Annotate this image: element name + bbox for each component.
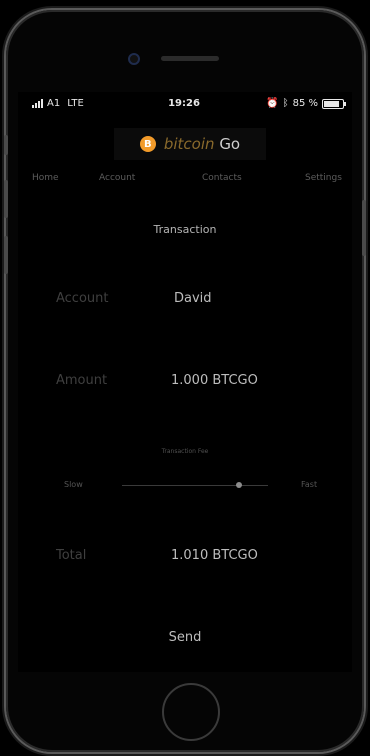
app-logo: B bitcoin Go: [114, 128, 266, 160]
fee-slider-track[interactable]: [122, 485, 268, 486]
fee-fast-label: Fast: [301, 480, 318, 489]
logo-word-bitcoin: bitcoin: [163, 135, 215, 153]
earpiece-speaker: [161, 56, 219, 61]
top-nav: Home Account Contacts Settings: [0, 173, 370, 187]
send-button[interactable]: Send: [0, 630, 370, 645]
logo-word-go: Go: [219, 135, 241, 153]
bluetooth-icon: ᛒ: [282, 98, 289, 109]
battery-icon: [322, 98, 346, 109]
home-button[interactable]: [162, 683, 220, 741]
bitcoin-coin-icon: B: [139, 136, 156, 152]
battery-fill: [324, 100, 339, 107]
volume-down-button: [4, 236, 8, 274]
amount-value[interactable]: 1.000 BTCGO: [171, 373, 258, 388]
fee-slow-label: Slow: [64, 480, 83, 489]
battery-percent: 85 %: [292, 98, 318, 109]
nav-item-home[interactable]: Home: [32, 173, 59, 183]
logo-text: bitcoin Go: [164, 135, 240, 153]
amount-label: Amount: [56, 373, 108, 388]
status-right: ⏰ ᛒ 85 %: [266, 98, 346, 109]
nav-item-settings[interactable]: Settings: [305, 173, 342, 183]
nav-item-contacts[interactable]: Contacts: [202, 173, 242, 183]
fee-slider-thumb[interactable]: [235, 482, 242, 488]
alarm-icon: ⏰: [266, 98, 279, 109]
total-value: 1.010 BTCGO: [171, 548, 258, 563]
nav-item-account[interactable]: Account: [99, 173, 135, 183]
account-label: Account: [56, 291, 109, 306]
front-camera: [128, 53, 140, 65]
status-bar: A1 LTE 19:26 ⏰ ᛒ 85 %: [14, 98, 354, 114]
mute-switch: [4, 135, 8, 155]
transaction-fee-label: Transaction Fee: [161, 448, 209, 455]
total-label: Total: [56, 548, 87, 563]
page-title: Transaction: [153, 223, 217, 236]
account-value[interactable]: David: [174, 291, 212, 306]
